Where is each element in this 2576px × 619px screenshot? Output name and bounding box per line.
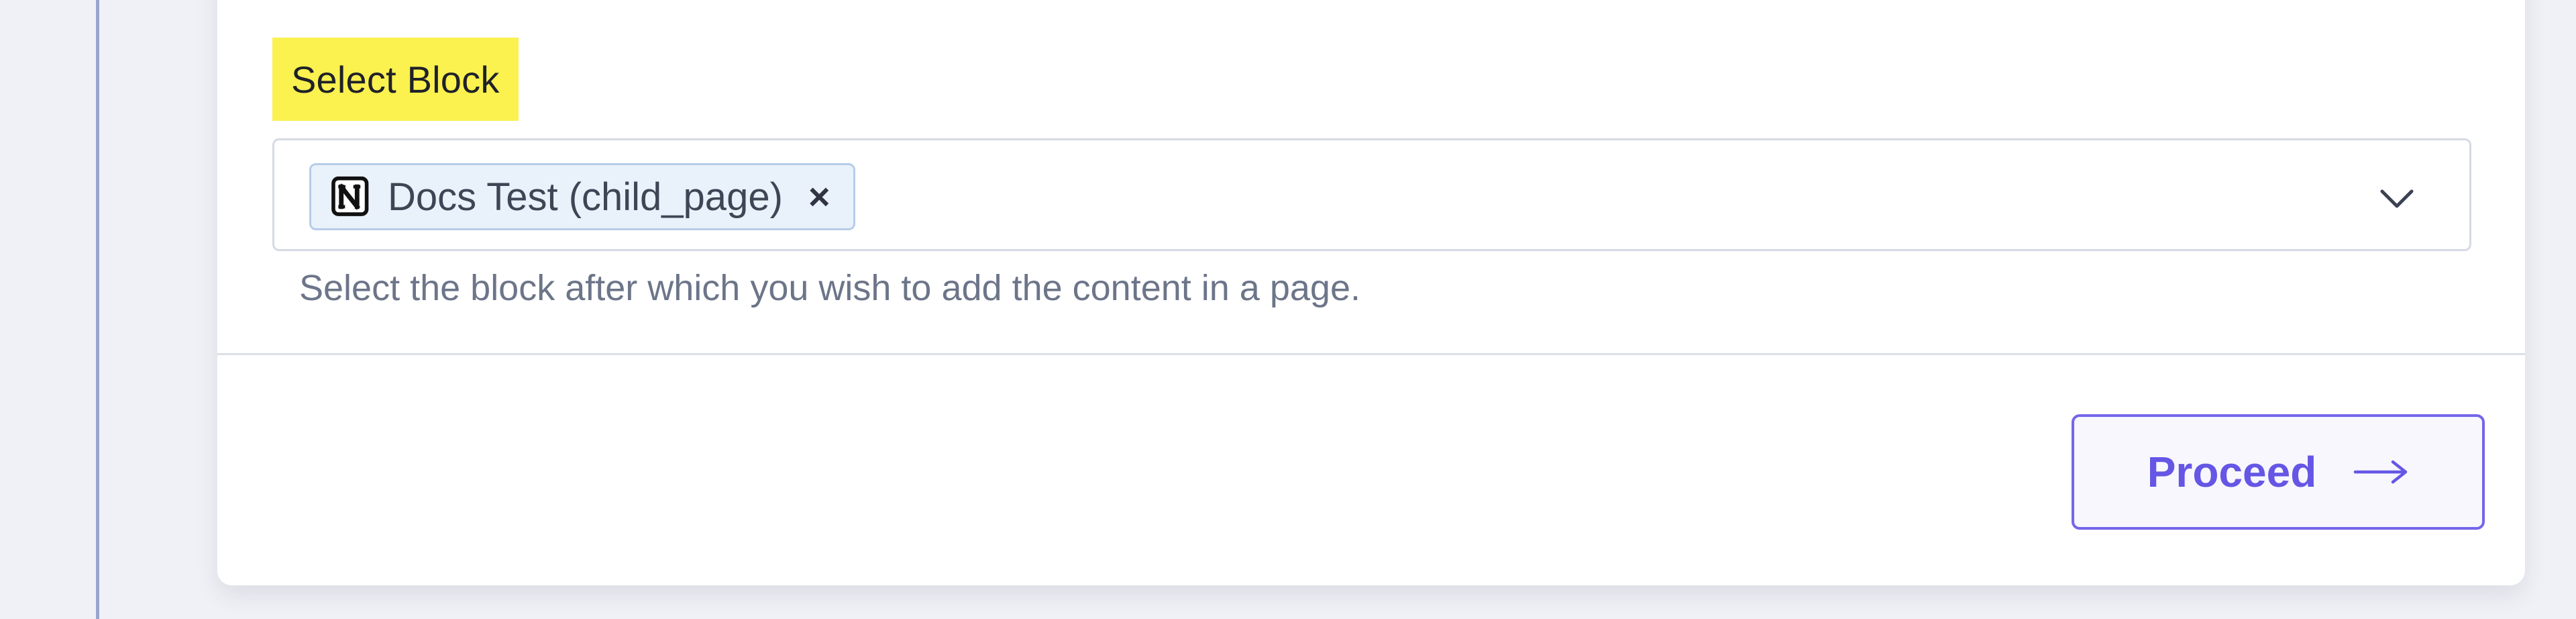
arrow-right-icon <box>2354 460 2408 484</box>
form-card: Select Block Docs Test (child_page) × Se… <box>217 0 2525 585</box>
left-rail <box>0 0 98 619</box>
helper-text: Select the block after which you wish to… <box>299 268 1360 308</box>
rail-divider <box>96 0 99 619</box>
selected-chip: Docs Test (child_page) × <box>309 163 855 230</box>
close-icon[interactable]: × <box>808 178 830 216</box>
proceed-button-label: Proceed <box>2147 448 2317 496</box>
block-select[interactable]: Docs Test (child_page) × <box>272 138 2471 251</box>
chevron-down-icon[interactable] <box>2378 179 2416 217</box>
notion-logo-icon <box>331 176 369 216</box>
chip-label: Docs Test (child_page) <box>388 175 783 219</box>
field-label-highlight: Select Block <box>272 38 519 121</box>
proceed-button[interactable]: Proceed <box>2072 414 2485 530</box>
field-label: Select Block <box>291 58 500 101</box>
footer-divider <box>217 353 2525 355</box>
